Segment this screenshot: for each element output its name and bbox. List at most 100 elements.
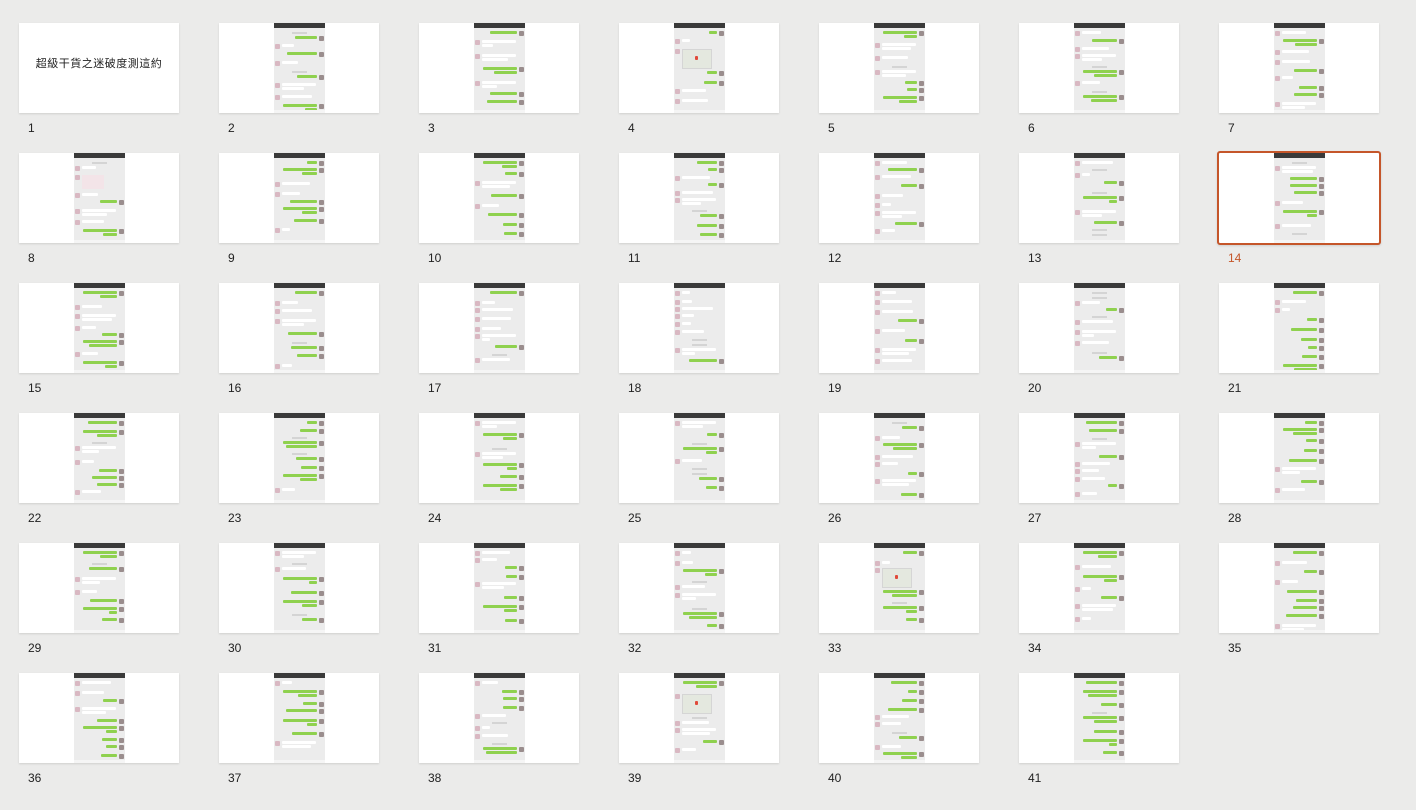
slide-preview[interactable] [19, 413, 179, 503]
slide-thumbnail[interactable]: 18 [619, 283, 779, 403]
slide-preview[interactable] [619, 283, 779, 373]
slide-preview[interactable] [419, 413, 579, 503]
slide-preview[interactable] [219, 673, 379, 763]
chat-input-bar [474, 240, 525, 243]
chat-avatar [319, 719, 324, 724]
slide-thumbnail[interactable]: 28 [1219, 413, 1379, 533]
slide-thumbnail[interactable]: 14 [1217, 151, 1381, 273]
slide-thumbnail[interactable]: 39 [619, 673, 779, 793]
slide-preview[interactable] [19, 673, 179, 763]
slide-preview[interactable] [619, 543, 779, 633]
slide-preview[interactable] [419, 23, 579, 113]
slide-preview[interactable] [1019, 153, 1179, 243]
slide-thumbnail[interactable]: 36 [19, 673, 179, 793]
slide-preview[interactable] [419, 283, 579, 373]
chat-avatar [1075, 31, 1080, 36]
chat-bubble-sent [103, 699, 117, 702]
chat-screenshot [1274, 283, 1325, 373]
slide-preview[interactable] [1019, 673, 1179, 763]
slide-preview[interactable] [1217, 151, 1381, 245]
slide-thumbnail[interactable]: 11 [619, 153, 779, 273]
slide-thumbnail[interactable]: 超級干貨之迷破度測這約 1 [19, 23, 179, 143]
slide-thumbnail[interactable]: 21 [1219, 283, 1379, 403]
chat-bubble-received [882, 194, 903, 197]
slide-preview[interactable] [819, 543, 979, 633]
chat-avatar [1319, 590, 1324, 595]
slide-preview[interactable] [219, 153, 379, 243]
chat-header-bar [1274, 543, 1325, 548]
slide-preview[interactable] [19, 283, 179, 373]
slide-preview[interactable] [219, 23, 379, 113]
slide-preview[interactable] [219, 543, 379, 633]
slide-thumbnail[interactable]: 6 [1019, 23, 1179, 143]
chat-bubble-received [482, 327, 501, 330]
slide-preview[interactable] [19, 153, 179, 243]
slide-thumbnail[interactable]: 19 [819, 283, 979, 403]
slide-thumbnail[interactable]: 27 [1019, 413, 1179, 533]
chat-avatar [475, 558, 480, 563]
chat-timestamp [292, 342, 307, 344]
slide-thumbnail[interactable]: 41 [1019, 673, 1179, 793]
slide-thumbnail[interactable]: 29 [19, 543, 179, 663]
slide-preview[interactable] [819, 23, 979, 113]
slide-thumbnail[interactable]: 16 [219, 283, 379, 403]
chat-bubble-received [1282, 170, 1313, 173]
chat-bubble-received [1282, 50, 1309, 53]
slide-preview[interactable] [819, 283, 979, 373]
slide-thumbnail[interactable]: 22 [19, 413, 179, 533]
slide-preview[interactable] [419, 543, 579, 633]
slide-preview[interactable] [1019, 283, 1179, 373]
slide-preview[interactable] [619, 23, 779, 113]
chat-avatar [1319, 69, 1324, 74]
slide-thumbnail[interactable]: 30 [219, 543, 379, 663]
slide-preview[interactable] [1019, 543, 1179, 633]
chat-bubble-sent [483, 463, 517, 466]
slide-thumbnail[interactable]: 15 [19, 283, 179, 403]
slide-thumbnail[interactable]: 20 [1019, 283, 1179, 403]
slide-preview[interactable] [819, 673, 979, 763]
slide-preview[interactable] [819, 153, 979, 243]
slide-preview[interactable]: 超級干貨之迷破度測這約 [19, 23, 179, 113]
slide-thumbnail[interactable]: 25 [619, 413, 779, 533]
slide-thumbnail[interactable]: 33 [819, 543, 979, 663]
slide-thumbnail[interactable]: 2 [219, 23, 379, 143]
slide-thumbnail[interactable]: 37 [219, 673, 379, 793]
slide-preview[interactable] [1219, 283, 1379, 373]
slide-preview[interactable] [619, 413, 779, 503]
slide-thumbnail[interactable]: 13 [1019, 153, 1179, 273]
slide-preview[interactable] [419, 673, 579, 763]
slide-preview[interactable] [419, 153, 579, 243]
chat-avatar [719, 233, 724, 238]
slide-preview[interactable] [1019, 413, 1179, 503]
slide-thumbnail[interactable]: 35 [1219, 543, 1379, 663]
chat-bubble-sent [706, 486, 717, 489]
slide-preview[interactable] [619, 673, 779, 763]
slide-preview[interactable] [819, 413, 979, 503]
slide-thumbnail[interactable]: 8 [19, 153, 179, 273]
slide-preview[interactable] [219, 413, 379, 503]
slide-preview[interactable] [1019, 23, 1179, 113]
slide-preview[interactable] [1219, 23, 1379, 113]
slide-preview[interactable] [1219, 543, 1379, 633]
slide-thumbnail[interactable]: 32 [619, 543, 779, 663]
slide-preview[interactable] [1219, 413, 1379, 503]
slide-preview[interactable] [619, 153, 779, 243]
slide-thumbnail[interactable]: 4 [619, 23, 779, 143]
slide-thumbnail[interactable]: 34 [1019, 543, 1179, 663]
slide-thumbnail[interactable]: 38 [419, 673, 579, 793]
slide-preview[interactable] [19, 543, 179, 633]
slide-thumbnail[interactable]: 24 [419, 413, 579, 533]
slide-thumbnail[interactable]: 26 [819, 413, 979, 533]
slide-thumbnail[interactable]: 17 [419, 283, 579, 403]
slide-thumbnail[interactable]: 40 [819, 673, 979, 793]
slide-thumbnail[interactable]: 12 [819, 153, 979, 273]
slide-thumbnail[interactable]: 23 [219, 413, 379, 533]
slide-thumbnail[interactable]: 31 [419, 543, 579, 663]
slide-thumbnail[interactable]: 5 [819, 23, 979, 143]
slide-thumbnail[interactable]: 10 [419, 153, 579, 273]
slide-thumbnail[interactable]: 7 [1219, 23, 1379, 143]
chat-avatar [1075, 161, 1080, 166]
slide-preview[interactable] [219, 283, 379, 373]
slide-thumbnail[interactable]: 9 [219, 153, 379, 273]
slide-thumbnail[interactable]: 3 [419, 23, 579, 143]
